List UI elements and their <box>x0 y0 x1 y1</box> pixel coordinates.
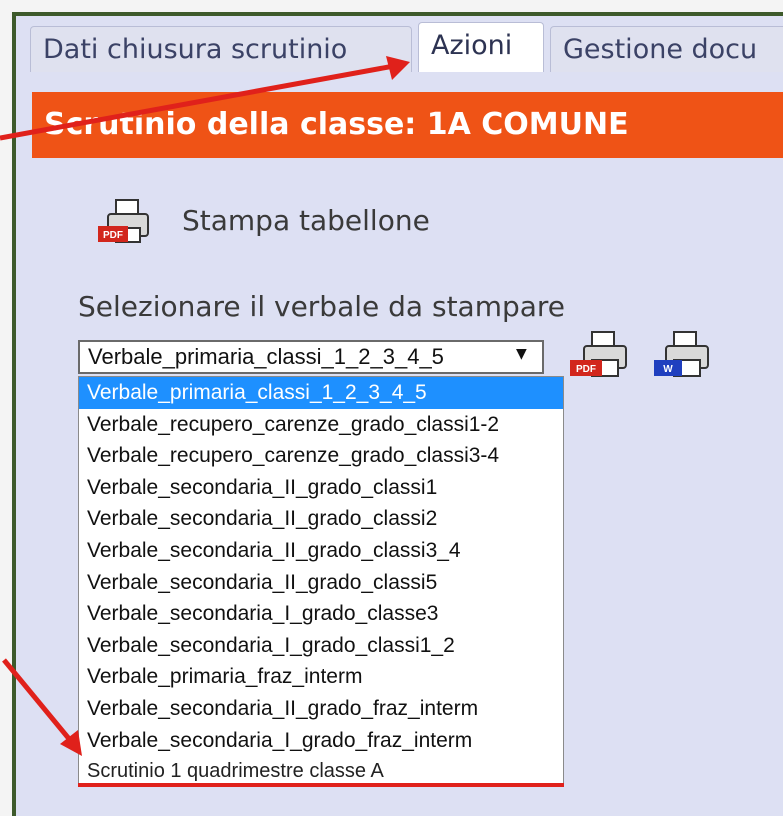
dropdown-option[interactable]: Verbale_secondaria_I_grado_classi1_2 <box>79 630 563 662</box>
dropdown-option[interactable]: Verbale_secondaria_II_grado_classi3_4 <box>79 535 563 567</box>
tab-gestione-documenti[interactable]: Gestione docu <box>550 26 783 72</box>
dropdown-option[interactable]: Verbale_secondaria_II_grado_classi1 <box>79 472 563 504</box>
dropdown-option[interactable]: Verbale_secondaria_I_grado_fraz_interm <box>79 725 563 757</box>
dropdown-option[interactable]: Verbale_recupero_carenze_grado_classi3-4 <box>79 440 563 472</box>
dropdown-option[interactable]: Scrutinio 1 quadrimestre classe A <box>79 756 563 786</box>
tab-bar: Dati chiusura scrutinio Azioni Gestione … <box>18 20 783 72</box>
dropdown-option[interactable]: Verbale_secondaria_II_grado_classi5 <box>79 567 563 599</box>
word-export-icon[interactable]: W <box>650 330 716 384</box>
verbale-select-label: Selezionare il verbale da stampare <box>78 290 566 323</box>
dropdown-option[interactable]: Verbale_primaria_fraz_interm <box>79 661 563 693</box>
verbale-dropdown-list: Verbale_primaria_classi_1_2_3_4_5 Verbal… <box>78 376 564 787</box>
dropdown-option[interactable]: Verbale_primaria_classi_1_2_3_4_5 <box>79 377 563 409</box>
dropdown-option[interactable]: Verbale_secondaria_II_grado_fraz_interm <box>79 693 563 725</box>
dropdown-option[interactable]: Verbale_secondaria_I_grado_classe3 <box>79 598 563 630</box>
page-title: Scrutinio della classe: 1A COMUNE <box>32 92 783 158</box>
dropdown-option[interactable]: Verbale_recupero_carenze_grado_classi1-2 <box>79 409 563 441</box>
svg-text:W: W <box>663 364 673 375</box>
svg-text:PDF: PDF <box>576 364 596 375</box>
chevron-down-icon[interactable]: ▼ <box>516 346 527 362</box>
pdf-export-icon[interactable]: PDF <box>568 330 634 384</box>
pdf-print-icon[interactable]: PDF <box>96 198 160 250</box>
stampa-tabellone-label[interactable]: Stampa tabellone <box>182 204 430 237</box>
tab-azioni[interactable]: Azioni <box>418 22 544 72</box>
verbale-select[interactable]: Verbale_primaria_classi_1_2_3_4_5 <box>78 340 544 374</box>
dropdown-option[interactable]: Verbale_secondaria_II_grado_classi2 <box>79 503 563 535</box>
tab-dati-chiusura[interactable]: Dati chiusura scrutinio <box>30 26 412 72</box>
svg-text:PDF: PDF <box>103 230 123 241</box>
